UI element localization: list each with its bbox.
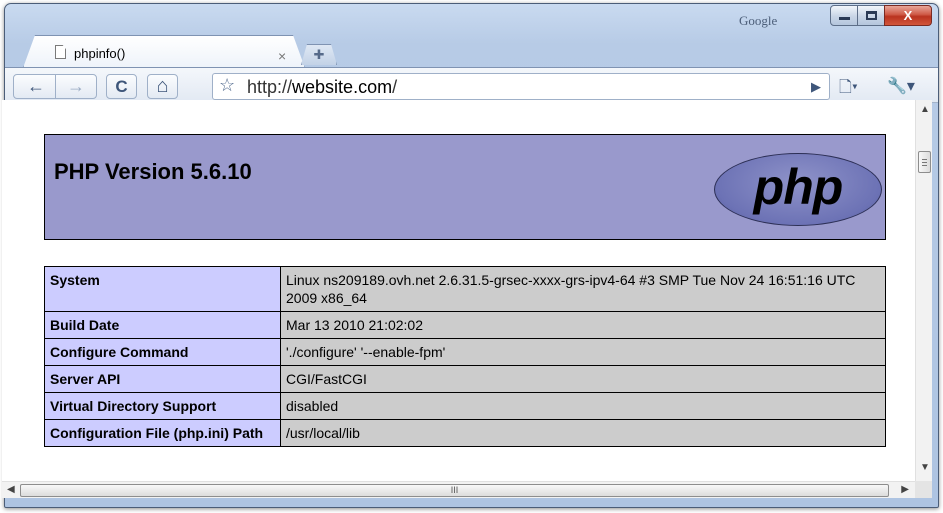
horizontal-scroll-thumb[interactable]: III	[20, 484, 889, 497]
table-row: System Linux ns209189.ovh.net 2.6.31.5-g…	[44, 266, 886, 312]
home-button[interactable]: ⌂	[147, 74, 178, 99]
php-logo: php	[714, 153, 882, 226]
row-key: Server API	[44, 365, 281, 393]
close-window-button[interactable]: X	[884, 5, 932, 26]
wrench-menu-icon[interactable]: 🔧▾	[887, 76, 915, 96]
minimize-button[interactable]	[830, 5, 858, 26]
page-icon	[55, 45, 66, 59]
tab-close-icon[interactable]: ×	[278, 48, 286, 64]
grip-line	[922, 162, 927, 163]
horizontal-scrollbar[interactable]: ◀ III ▶	[2, 481, 915, 498]
nav-separator	[55, 74, 56, 99]
forward-button[interactable]: →	[59, 74, 93, 99]
go-icon[interactable]: ▶	[811, 79, 821, 95]
plus-icon: ✚	[313, 47, 325, 62]
back-button[interactable]: ←	[19, 74, 53, 99]
tab-phpinfo[interactable]: phpinfo()	[23, 35, 305, 68]
row-value: Linux ns209189.ovh.net 2.6.31.5-grsec-xx…	[280, 266, 886, 312]
row-key: Configuration File (php.ini) Path	[44, 419, 281, 447]
row-key: Build Date	[44, 311, 281, 339]
reload-button[interactable]: C	[106, 74, 137, 99]
php-logo-text: php	[753, 158, 844, 215]
row-value: /usr/local/lib	[280, 419, 886, 447]
scrollbar-corner	[915, 481, 932, 498]
info-table: System Linux ns209189.ovh.net 2.6.31.5-g…	[44, 266, 886, 447]
row-value: CGI/FastCGI	[280, 365, 886, 393]
page-menu-icon[interactable]: 🗋▾	[839, 76, 858, 103]
scroll-down-icon[interactable]: ▼	[920, 462, 930, 473]
maximize-button[interactable]	[857, 5, 885, 26]
url-path: /	[392, 77, 398, 97]
vertical-scrollbar[interactable]: ▲ ▼	[915, 100, 932, 481]
table-row: Server API CGI/FastCGI	[44, 365, 886, 393]
row-key: Configure Command	[44, 338, 281, 366]
scroll-up-icon[interactable]: ▲	[920, 104, 930, 115]
table-row: Build Date Mar 13 2010 21:02:02	[44, 311, 886, 339]
grip-line	[922, 165, 927, 166]
grip-line	[922, 159, 927, 160]
row-key: Virtual Directory Support	[44, 392, 281, 420]
row-value: Mar 13 2010 21:02:02	[280, 311, 886, 339]
url-scheme: http://	[247, 77, 293, 97]
forward-arrow-icon: →	[67, 76, 85, 96]
back-arrow-icon: ←	[27, 76, 45, 96]
page-title: PHP Version 5.6.10	[54, 159, 252, 184]
home-icon: ⌂	[156, 75, 169, 97]
row-value: disabled	[280, 392, 886, 420]
vertical-scroll-thumb[interactable]	[918, 151, 931, 173]
toolbar: ← → C ⌂ ☆ http://website.com/ ▶ 🗋▾ 🔧▾	[5, 67, 938, 103]
row-value: './configure' '--enable-fpm'	[280, 338, 886, 366]
url-text[interactable]: http://website.com/	[247, 77, 397, 98]
address-bar[interactable]: ☆ http://website.com/ ▶	[212, 73, 830, 100]
scroll-right-icon[interactable]: ▶	[901, 484, 909, 495]
table-row: Virtual Directory Support disabled	[44, 392, 886, 420]
window-controls: X	[830, 5, 932, 27]
maximize-icon	[865, 11, 877, 20]
php-header-banner: PHP Version 5.6.10 php	[44, 134, 886, 240]
scroll-left-icon[interactable]: ◀	[7, 484, 15, 495]
google-label: Google	[739, 13, 778, 28]
close-icon: X	[903, 8, 913, 23]
table-row: Configure Command './configure' '--enabl…	[44, 338, 886, 366]
reload-icon: C	[115, 76, 128, 96]
tab-title: phpinfo()	[74, 46, 126, 61]
url-host: website.com	[292, 77, 393, 97]
table-row: Configuration File (php.ini) Path /usr/l…	[44, 419, 886, 447]
new-tab-button[interactable]: ✚	[301, 44, 337, 65]
star-icon[interactable]: ☆	[219, 75, 235, 96]
row-key: System	[44, 266, 281, 312]
minimize-icon	[838, 17, 850, 20]
